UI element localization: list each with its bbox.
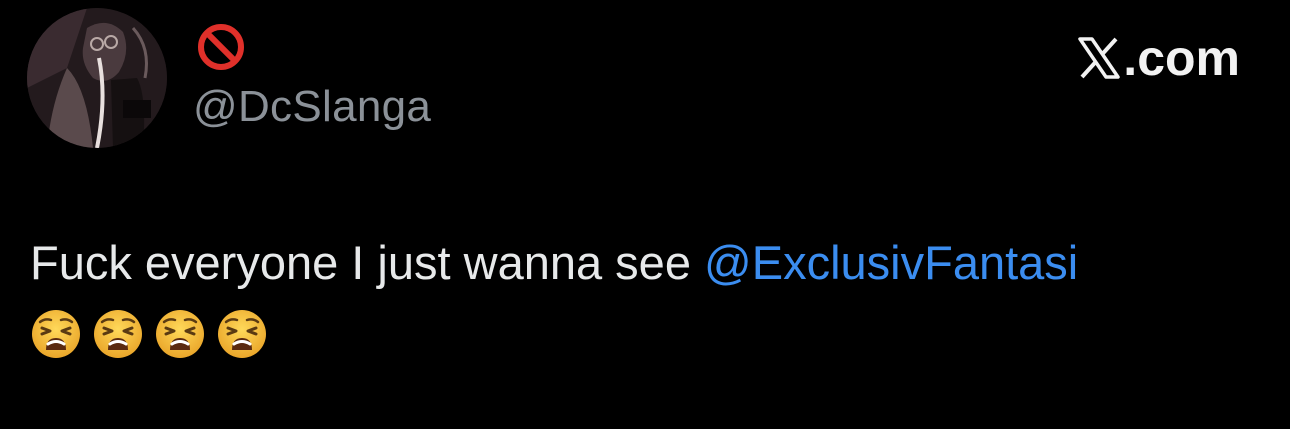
tweet-body: Fuck everyone I just wanna see [30, 236, 705, 289]
mention-link[interactable]: @ExclusivFantasi [704, 236, 1078, 289]
avatar-image [27, 8, 167, 148]
x-logo-icon [1078, 37, 1121, 79]
emoji-row [30, 308, 268, 360]
weary-face-icon [218, 310, 266, 358]
source-label[interactable]: .com [1077, 30, 1240, 86]
display-name[interactable] [196, 22, 256, 72]
author-handle[interactable]: @DcSlanga [193, 82, 431, 132]
source-domain: .com [1123, 30, 1240, 86]
weary-face-icon [156, 310, 204, 358]
tweet-text: Fuck everyone I just wanna see @Exclusiv… [30, 234, 1270, 292]
prohibited-icon [198, 24, 244, 70]
weary-face-icon [94, 310, 142, 358]
avatar[interactable] [27, 8, 167, 148]
weary-face-icon [32, 310, 80, 358]
